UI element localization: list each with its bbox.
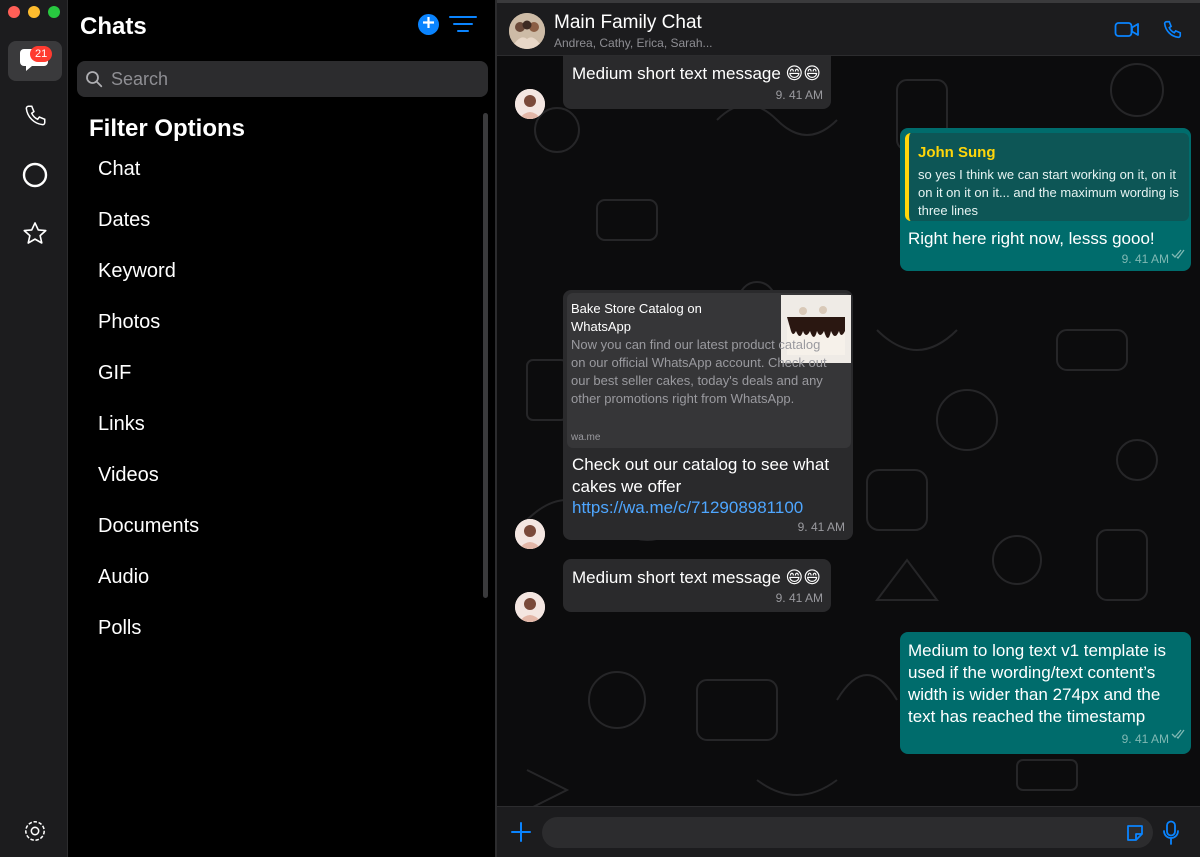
message-time: 9. 41 AM: [1121, 252, 1169, 266]
unread-badge: 21: [30, 46, 53, 62]
filter-button[interactable]: [449, 14, 477, 36]
message-time: 9. 41 AM: [1121, 732, 1169, 746]
sender-avatar[interactable]: [515, 519, 545, 549]
rail-status-button[interactable]: [8, 157, 62, 197]
panel-scrollbar[interactable]: [483, 113, 488, 598]
rail-chats-button[interactable]: 21: [8, 41, 62, 81]
message-outgoing[interactable]: John Sung so yes I think we can start wo…: [900, 128, 1191, 271]
search-input[interactable]: Search: [111, 69, 168, 90]
video-camera-icon: [1114, 22, 1140, 43]
plus-icon: [510, 822, 532, 847]
new-chat-button[interactable]: [418, 14, 439, 35]
settings-button[interactable]: [8, 813, 62, 853]
status-circle-icon: [21, 161, 49, 194]
quote-text: so yes I think we can start working on i…: [918, 167, 1179, 218]
message-time: 9. 41 AM: [775, 88, 823, 102]
voice-call-button[interactable]: [1161, 19, 1183, 46]
message-outgoing[interactable]: Medium to long text v1 template is used …: [900, 632, 1191, 754]
window-maximize-button[interactable]: [48, 6, 60, 18]
message-incoming[interactable]: Medium short text message 😄😄 9. 41 AM: [563, 56, 831, 109]
window-controls: [8, 6, 60, 18]
search-icon: [85, 70, 103, 88]
chat-header: Main Family Chat Andrea, Cathy, Erica, S…: [497, 0, 1200, 56]
plus-circle-icon: [422, 16, 435, 34]
filter-option-polls[interactable]: Polls: [98, 614, 199, 665]
link-preview[interactable]: Bake Store Catalog on WhatsApp Now you c…: [567, 293, 851, 448]
rail-calls-button[interactable]: [8, 98, 62, 138]
group-avatar[interactable]: [509, 13, 545, 49]
message-input[interactable]: [542, 817, 1153, 848]
window-close-button[interactable]: [8, 6, 20, 18]
message-text: Check out our catalog to see what cakes …: [572, 455, 830, 496]
message-text: Medium to long text v1 template is used …: [908, 641, 1166, 726]
rail-starred-button[interactable]: [8, 216, 62, 256]
filter-option-photos[interactable]: Photos: [98, 308, 199, 359]
chats-panel: Chats Search Filter Options Chat Dates K…: [68, 0, 497, 857]
double-check-icon: [1171, 726, 1187, 744]
quote-author: John Sung: [918, 144, 996, 161]
message-incoming[interactable]: Medium short text message 😄😄 9. 41 AM: [563, 559, 831, 612]
filter-option-audio[interactable]: Audio: [98, 563, 199, 614]
message-composer: [497, 806, 1200, 857]
message-incoming[interactable]: Bake Store Catalog on WhatsApp Now you c…: [563, 290, 853, 540]
star-icon: [21, 220, 49, 253]
filter-option-documents[interactable]: Documents: [98, 512, 199, 563]
filter-option-keyword[interactable]: Keyword: [98, 257, 199, 308]
filter-option-dates[interactable]: Dates: [98, 206, 199, 257]
chat-members: Andrea, Cathy, Erica, Sarah...: [554, 36, 713, 50]
link-domain: wa.me: [571, 432, 601, 443]
video-call-button[interactable]: [1114, 19, 1140, 44]
chat-title[interactable]: Main Family Chat: [554, 12, 702, 34]
filter-option-links[interactable]: Links: [98, 410, 199, 461]
message-time: 9. 41 AM: [797, 520, 845, 534]
filter-options-heading: Filter Options: [89, 115, 245, 142]
microphone-icon: [1162, 820, 1180, 850]
search-box[interactable]: Search: [77, 61, 488, 97]
sender-avatar[interactable]: [515, 89, 545, 119]
message-link[interactable]: https://wa.me/c/712908981100: [572, 498, 803, 518]
panel-title: Chats: [80, 13, 147, 40]
filter-option-gif[interactable]: GIF: [98, 359, 199, 410]
gear-icon: [22, 818, 48, 849]
window-minimize-button[interactable]: [28, 6, 40, 18]
sender-avatar[interactable]: [515, 592, 545, 622]
message-time: 9. 41 AM: [775, 591, 823, 605]
voice-message-button[interactable]: [1162, 820, 1180, 851]
conversation-view: Main Family Chat Andrea, Cathy, Erica, S…: [497, 0, 1200, 857]
navigation-rail: 21: [0, 0, 68, 857]
filter-option-videos[interactable]: Videos: [98, 461, 199, 512]
double-check-icon: [1171, 246, 1187, 264]
attach-button[interactable]: [510, 821, 532, 848]
message-text: Medium short text message 😄😄: [572, 64, 821, 83]
phone-icon: [22, 103, 48, 134]
filter-lines-icon: [449, 16, 477, 40]
link-title: Bake Store Catalog on WhatsApp: [571, 301, 702, 334]
message-text: Medium short text message 😄😄: [572, 568, 821, 587]
link-description: Now you can find our latest product cata…: [571, 337, 827, 406]
message-text: Right here right now, lesss gooo!: [908, 229, 1155, 248]
phone-icon: [1161, 20, 1183, 45]
filter-options-list: Chat Dates Keyword Photos GIF Links Vide…: [98, 155, 199, 665]
filter-option-chat[interactable]: Chat: [98, 155, 199, 206]
sticker-icon[interactable]: [1125, 823, 1145, 848]
quoted-message[interactable]: John Sung so yes I think we can start wo…: [905, 133, 1189, 221]
